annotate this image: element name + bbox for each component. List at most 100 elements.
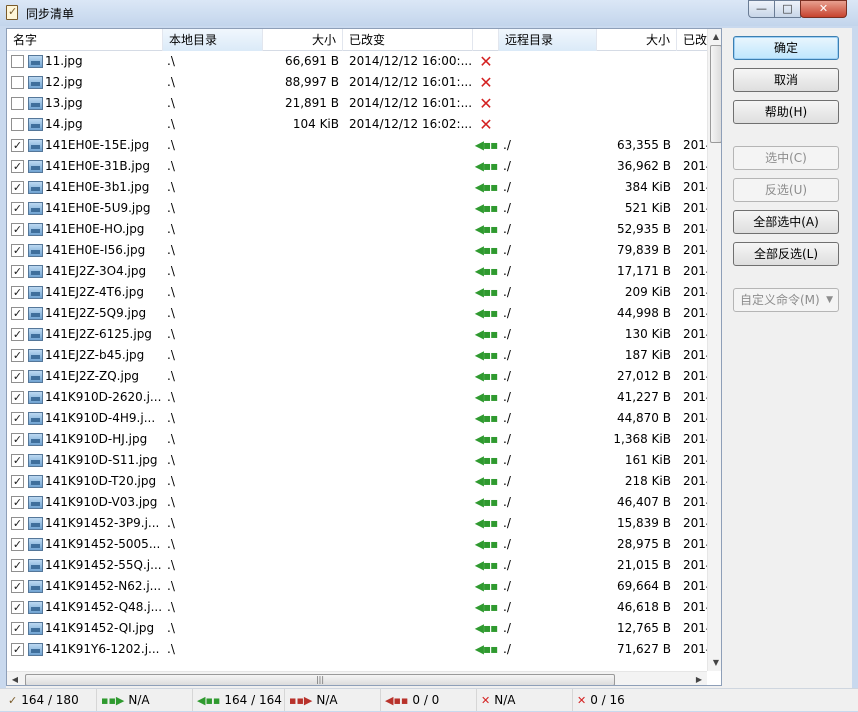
- table-row[interactable]: ✓ 141K910D-T20.jpg .\ ./ 218 KiB 2014 ◀▪▪: [7, 471, 707, 492]
- table-row[interactable]: ✓ 141K910D-HJ.jpg .\ ./ 1,368 KiB 2014 ◀▪▪: [7, 429, 707, 450]
- row-checkbox[interactable]: ✓: [11, 307, 24, 320]
- table-row[interactable]: ✓ 141K910D-V03.jpg .\ ./ 46,407 B 2014 ◀▪▪: [7, 492, 707, 513]
- column-remote-size-header[interactable]: 大小: [597, 29, 677, 51]
- row-checkbox[interactable]: ✓: [11, 643, 24, 656]
- copy-left-icon[interactable]: ◀▪▪: [473, 219, 499, 240]
- copy-left-icon[interactable]: ◀▪▪: [473, 366, 499, 387]
- row-checkbox[interactable]: ✓: [11, 559, 24, 572]
- copy-left-icon[interactable]: ◀▪▪: [473, 198, 499, 219]
- copy-left-icon[interactable]: ◀▪▪: [473, 324, 499, 345]
- table-row[interactable]: 13.jpg .\ 21,891 B 2014/12/12 16:01:... ✕: [7, 93, 707, 114]
- copy-left-icon[interactable]: ◀▪▪: [473, 555, 499, 576]
- row-checkbox[interactable]: ✓: [11, 475, 24, 488]
- table-row[interactable]: ✓ 141K91452-55Q.j... .\ ./ 21,015 B 2014 ◀▪▪: [7, 555, 707, 576]
- table-row[interactable]: ✓ 141K910D-S11.jpg .\ ./ 161 KiB 2014 ◀▪▪: [7, 450, 707, 471]
- scroll-left-icon[interactable]: ◀: [7, 672, 23, 685]
- table-row[interactable]: 12.jpg .\ 88,997 B 2014/12/12 16:01:... ✕: [7, 72, 707, 93]
- horizontal-scrollbar[interactable]: ◀ ||| ▶: [7, 671, 707, 685]
- delete-icon[interactable]: ✕: [473, 72, 499, 93]
- column-local-size-header[interactable]: 大小: [263, 29, 343, 51]
- table-row[interactable]: ✓ 141EH0E-15E.jpg .\ ./ 63,355 B 2014 ◀▪▪: [7, 135, 707, 156]
- row-checkbox[interactable]: [11, 76, 24, 89]
- copy-left-icon[interactable]: ◀▪▪: [473, 261, 499, 282]
- row-checkbox[interactable]: ✓: [11, 265, 24, 278]
- help-button[interactable]: 帮助(H): [733, 100, 839, 124]
- ok-button[interactable]: 确定: [733, 36, 839, 60]
- row-checkbox[interactable]: ✓: [11, 622, 24, 635]
- scroll-down-icon[interactable]: ▼: [708, 655, 721, 671]
- copy-left-icon[interactable]: ◀▪▪: [473, 618, 499, 639]
- column-local-dir-header[interactable]: 本地目录: [163, 29, 263, 51]
- copy-left-icon[interactable]: ◀▪▪: [473, 492, 499, 513]
- row-checkbox[interactable]: ✓: [11, 202, 24, 215]
- row-checkbox[interactable]: ✓: [11, 517, 24, 530]
- row-checkbox[interactable]: ✓: [11, 496, 24, 509]
- table-row[interactable]: ✓ 141K91452-QI.jpg .\ ./ 12,765 B 2014 ◀▪▪: [7, 618, 707, 639]
- minimize-button[interactable]: —: [748, 0, 775, 18]
- table-row[interactable]: ✓ 141EJ2Z-4T6.jpg .\ ./ 209 KiB 2014 ◀▪▪: [7, 282, 707, 303]
- copy-left-icon[interactable]: ◀▪▪: [473, 303, 499, 324]
- row-checkbox[interactable]: ✓: [11, 433, 24, 446]
- row-checkbox[interactable]: ✓: [11, 349, 24, 362]
- scroll-right-icon[interactable]: ▶: [691, 672, 707, 685]
- delete-icon[interactable]: ✕: [473, 51, 499, 72]
- table-row[interactable]: ✓ 141EH0E-31B.jpg .\ ./ 36,962 B 2014 ◀▪▪: [7, 156, 707, 177]
- row-checkbox[interactable]: ✓: [11, 223, 24, 236]
- copy-left-icon[interactable]: ◀▪▪: [473, 345, 499, 366]
- copy-left-icon[interactable]: ◀▪▪: [473, 471, 499, 492]
- delete-icon[interactable]: ✕: [473, 93, 499, 114]
- row-checkbox[interactable]: [11, 55, 24, 68]
- table-row[interactable]: ✓ 141K91452-N62.j... .\ ./ 69,664 B 2014 ◀▪▪: [7, 576, 707, 597]
- row-checkbox[interactable]: ✓: [11, 538, 24, 551]
- copy-left-icon[interactable]: ◀▪▪: [473, 576, 499, 597]
- copy-left-icon[interactable]: ◀▪▪: [473, 639, 499, 660]
- copy-left-icon[interactable]: ◀▪▪: [473, 387, 499, 408]
- table-row[interactable]: ✓ 141EJ2Z-ZQ.jpg .\ ./ 27,012 B 2014 ◀▪▪: [7, 366, 707, 387]
- table-row[interactable]: ✓ 141K91Y6-1202.j... .\ ./ 71,627 B 2014 ◀▪▪: [7, 639, 707, 660]
- row-checkbox[interactable]: [11, 118, 24, 131]
- copy-left-icon[interactable]: ◀▪▪: [473, 408, 499, 429]
- copy-left-icon[interactable]: ◀▪▪: [473, 240, 499, 261]
- table-row[interactable]: 14.jpg .\ 104 KiB 2014/12/12 16:02:... ✕: [7, 114, 707, 135]
- column-action-header[interactable]: [473, 29, 499, 51]
- table-row[interactable]: ✓ 141EH0E-5U9.jpg .\ ./ 521 KiB 2014 ◀▪▪: [7, 198, 707, 219]
- copy-left-icon[interactable]: ◀▪▪: [473, 429, 499, 450]
- row-checkbox[interactable]: ✓: [11, 139, 24, 152]
- maximize-button[interactable]: □: [774, 0, 801, 18]
- row-checkbox[interactable]: ✓: [11, 286, 24, 299]
- custom-command-dropdown[interactable]: 自定义命令(M) ▼: [733, 288, 839, 312]
- table-row[interactable]: 11.jpg .\ 66,691 B 2014/12/12 16:00:... ✕: [7, 51, 707, 72]
- table-row[interactable]: ✓ 141EH0E-3b1.jpg .\ ./ 384 KiB 2014 ◀▪▪: [7, 177, 707, 198]
- row-checkbox[interactable]: ✓: [11, 244, 24, 257]
- copy-left-icon[interactable]: ◀▪▪: [473, 156, 499, 177]
- table-row[interactable]: ✓ 141EH0E-HO.jpg .\ ./ 52,935 B 2014 ◀▪▪: [7, 219, 707, 240]
- row-checkbox[interactable]: ✓: [11, 391, 24, 404]
- horizontal-scroll-thumb[interactable]: |||: [25, 674, 615, 685]
- sync-list[interactable]: 名字 本地目录 大小 已改变 远程目录 大小 已改变 11.jpg .\ 66,69…: [6, 28, 722, 686]
- column-name-header[interactable]: 名字: [7, 29, 163, 51]
- row-checkbox[interactable]: ✓: [11, 601, 24, 614]
- table-row[interactable]: ✓ 141EJ2Z-5Q9.jpg .\ ./ 44,998 B 2014 ◀▪▪: [7, 303, 707, 324]
- row-checkbox[interactable]: ✓: [11, 580, 24, 593]
- close-button[interactable]: ✕: [800, 0, 847, 18]
- scroll-up-icon[interactable]: ▲: [708, 29, 721, 45]
- vertical-scrollbar[interactable]: ▲ ▼: [707, 29, 721, 671]
- row-checkbox[interactable]: ✓: [11, 412, 24, 425]
- table-row[interactable]: ✓ 141EH0E-I56.jpg .\ ./ 79,839 B 2014 ◀▪▪: [7, 240, 707, 261]
- row-checkbox[interactable]: ✓: [11, 370, 24, 383]
- column-remote-dir-header[interactable]: 远程目录: [499, 29, 597, 51]
- row-checkbox[interactable]: ✓: [11, 181, 24, 194]
- column-local-modified-header[interactable]: 已改变: [343, 29, 473, 51]
- select-button[interactable]: 选中(C): [733, 146, 839, 170]
- copy-left-icon[interactable]: ◀▪▪: [473, 597, 499, 618]
- table-row[interactable]: ✓ 141K91452-Q48.j... .\ ./ 46,618 B 2014 ◀▪▪: [7, 597, 707, 618]
- table-row[interactable]: ✓ 141EJ2Z-b45.jpg .\ ./ 187 KiB 2014 ◀▪▪: [7, 345, 707, 366]
- table-row[interactable]: ✓ 141K91452-3P9.j... .\ ./ 15,839 B 2014 ◀▪▪: [7, 513, 707, 534]
- copy-left-icon[interactable]: ◀▪▪: [473, 135, 499, 156]
- copy-left-icon[interactable]: ◀▪▪: [473, 450, 499, 471]
- copy-left-icon[interactable]: ◀▪▪: [473, 282, 499, 303]
- copy-left-icon[interactable]: ◀▪▪: [473, 513, 499, 534]
- copy-left-icon[interactable]: ◀▪▪: [473, 534, 499, 555]
- table-row[interactable]: ✓ 141EJ2Z-3O4.jpg .\ ./ 17,171 B 2014 ◀▪▪: [7, 261, 707, 282]
- row-checkbox[interactable]: ✓: [11, 328, 24, 341]
